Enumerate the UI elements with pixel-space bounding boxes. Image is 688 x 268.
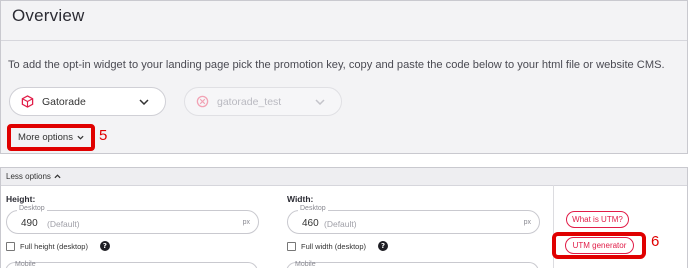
mobile-height-input[interactable]: [5, 262, 258, 268]
promotion-key-value: gatorade_test: [217, 95, 282, 108]
brand-box-icon: [19, 94, 35, 110]
mobile-width-input[interactable]: [286, 262, 539, 268]
title-divider: [1, 40, 687, 41]
page-title: Overview: [12, 6, 85, 25]
more-options-button[interactable]: More options: [7, 124, 95, 151]
desktop-height-unit: px: [242, 219, 250, 226]
chevron-down-icon: [315, 98, 329, 105]
chevron-up-icon: [54, 174, 61, 179]
more-options-label: More options: [18, 132, 73, 143]
utm-generator-button[interactable]: UTM generator: [565, 237, 634, 254]
full-height-label: Full height (desktop): [20, 241, 88, 251]
less-options-label: Less options: [6, 172, 51, 181]
desktop-height-input[interactable]: Desktop 490 (Default) px: [6, 205, 259, 234]
promotion-key-select[interactable]: gatorade_test: [184, 87, 342, 116]
section-gap: [0, 154, 688, 167]
options-header-bar: Less options: [1, 168, 687, 186]
full-width-label: Full width (desktop): [301, 241, 367, 251]
annotation-step-6: 6: [651, 233, 660, 250]
help-icon[interactable]: ?: [99, 241, 110, 251]
brand-select[interactable]: Gatorade: [9, 87, 166, 116]
full-width-checkbox[interactable]: [287, 241, 296, 251]
full-height-row: Full height (desktop) ?: [6, 241, 110, 251]
mobile-width-legend: Mobile: [295, 261, 316, 268]
desktop-height-value: 490: [21, 218, 38, 229]
chevron-down-icon: [139, 98, 153, 105]
help-icon[interactable]: ?: [378, 241, 389, 251]
desktop-height-legend: Desktop: [17, 205, 47, 212]
annotation-step-5: 5: [99, 127, 108, 144]
less-options-button[interactable]: Less options: [6, 172, 61, 181]
brand-select-value: Gatorade: [42, 95, 86, 108]
width-label: Width:: [287, 194, 314, 204]
what-is-utm-button[interactable]: What is UTM?: [566, 211, 629, 228]
desktop-width-value: 460: [302, 218, 319, 229]
desktop-width-input[interactable]: Desktop 460 (Default) px: [287, 205, 540, 234]
mobile-height-legend: Mobile: [15, 261, 36, 268]
desktop-height-default-hint: (Default): [47, 219, 80, 229]
promotion-icon: [194, 94, 210, 110]
desktop-width-unit: px: [523, 219, 531, 226]
instructions-text: To add the opt-in widget to your landing…: [8, 59, 665, 71]
desktop-width-legend: Desktop: [298, 205, 328, 212]
chevron-down-icon: [77, 135, 84, 140]
desktop-width-default-hint: (Default): [324, 219, 357, 229]
full-width-row: Full width (desktop) ?: [287, 241, 389, 251]
full-height-checkbox[interactable]: [6, 241, 15, 251]
height-label: Height:: [6, 194, 36, 204]
